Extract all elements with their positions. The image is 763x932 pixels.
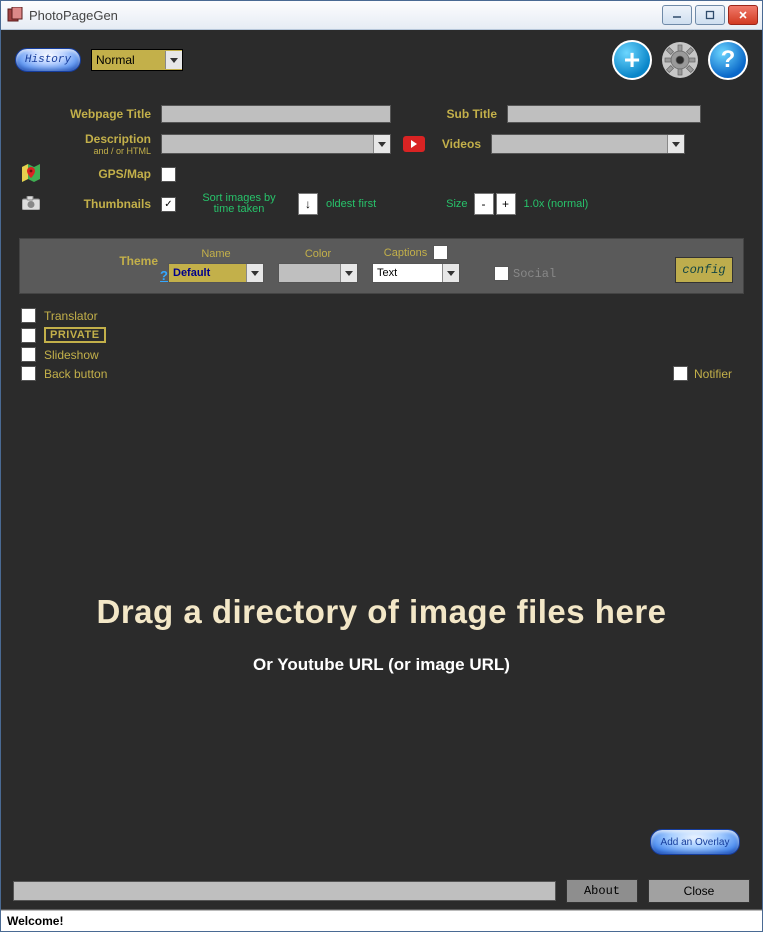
close-button[interactable]: Close [648, 879, 750, 903]
thumbnails-label: Thumbnails [43, 197, 161, 211]
backbutton-checkbox[interactable] [21, 366, 36, 381]
mode-select[interactable]: Normal [91, 49, 183, 71]
translator-label: Translator [44, 309, 98, 323]
drop-main-text: Drag a directory of image files here [96, 593, 666, 631]
videos-combo[interactable] [491, 134, 685, 154]
gps-label: GPS/Map [43, 167, 161, 181]
social-label: Social [513, 267, 556, 281]
slideshow-label: Slideshow [44, 348, 99, 362]
size-value: 1.0x (normal) [524, 199, 589, 210]
gps-checkbox[interactable] [161, 167, 176, 182]
youtube-icon [403, 136, 425, 152]
add-button[interactable]: + [612, 40, 652, 80]
app-icon [7, 7, 23, 23]
backbutton-label: Back button [44, 367, 107, 381]
thumbnails-checkbox[interactable]: ✓ [161, 197, 176, 212]
social-checkbox[interactable] [494, 266, 509, 281]
theme-color-head: Color [305, 248, 331, 260]
theme-panel: Theme ? Name Default Color Captions [19, 238, 744, 294]
status-bar: Welcome! [1, 910, 762, 931]
subtitle-label: Sub Title [431, 107, 507, 121]
close-window-button[interactable] [728, 5, 758, 25]
theme-help-link[interactable]: ? [160, 268, 168, 283]
progress-bar [13, 881, 556, 901]
chevron-down-icon [246, 264, 263, 282]
chevron-down-icon [340, 264, 357, 282]
maximize-button[interactable] [695, 5, 725, 25]
description-sublabel: and / or HTML [43, 146, 151, 156]
theme-name-select[interactable]: Default [168, 263, 264, 283]
notifier-label: Notifier [694, 367, 732, 381]
theme-name-head: Name [201, 248, 230, 260]
theme-label: Theme [30, 254, 168, 268]
description-label: Description and / or HTML [43, 132, 161, 156]
videos-label: Videos [425, 137, 491, 151]
description-label-text: Description [85, 132, 151, 146]
map-icon [22, 164, 40, 185]
translator-checkbox[interactable] [21, 308, 36, 323]
gear-icon [664, 44, 696, 76]
captions-checkbox[interactable] [433, 245, 448, 260]
chevron-down-icon [373, 135, 390, 153]
window-title: PhotoPageGen [29, 8, 662, 23]
drop-sub-text: Or Youtube URL (or image URL) [253, 655, 510, 675]
slideshow-checkbox[interactable] [21, 347, 36, 362]
titlebar: PhotoPageGen [1, 1, 762, 30]
sort-order-label: oldest first [326, 199, 376, 210]
theme-color-select[interactable] [278, 263, 358, 283]
notifier-checkbox[interactable] [673, 366, 688, 381]
captions-select[interactable]: Text [372, 263, 460, 283]
chevron-down-icon [165, 51, 182, 69]
minimize-button[interactable] [662, 5, 692, 25]
mode-select-value: Normal [92, 53, 165, 67]
sort-description: Sort images by time taken [194, 193, 284, 215]
webpage-title-input[interactable] [161, 105, 391, 123]
about-button[interactable]: About [566, 879, 638, 903]
help-button[interactable]: ? [708, 40, 748, 80]
add-overlay-button[interactable]: Add an Overlay [650, 829, 740, 855]
webpage-title-label: Webpage Title [43, 107, 161, 121]
size-plus-button[interactable]: + [496, 193, 516, 215]
chevron-down-icon [442, 264, 459, 282]
settings-button[interactable] [662, 42, 698, 78]
size-label: Size [446, 199, 467, 210]
chevron-down-icon [667, 135, 684, 153]
size-minus-button[interactable]: - [474, 193, 494, 215]
drop-zone[interactable]: Drag a directory of image files here Or … [1, 395, 762, 873]
private-checkbox[interactable] [21, 328, 36, 343]
sort-direction-button[interactable]: ↓ [298, 193, 318, 215]
subtitle-input[interactable] [507, 105, 701, 123]
camera-icon [22, 196, 40, 213]
description-combo[interactable] [161, 134, 391, 154]
status-text: Welcome! [7, 914, 63, 928]
config-button[interactable]: config [675, 257, 733, 283]
captions-head: Captions [384, 247, 427, 259]
private-badge: PRIVATE [44, 327, 106, 343]
history-button[interactable]: History [15, 48, 81, 72]
